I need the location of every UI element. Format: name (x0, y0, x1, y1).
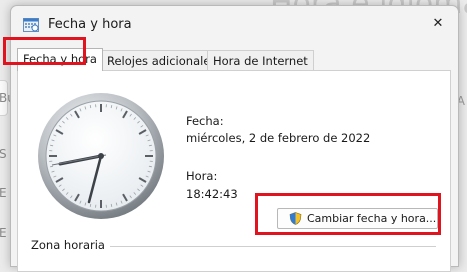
dialog-title: Fecha y hora (48, 17, 132, 32)
clock-icon (34, 89, 168, 223)
shield-icon (289, 212, 302, 225)
date-value: miércoles, 2 de febrero de 2022 (186, 131, 370, 145)
close-button[interactable]: ✕ (426, 12, 450, 36)
timezone-section-label: Zona horaria (31, 238, 109, 252)
background-fragment: E (0, 226, 7, 240)
change-date-time-button[interactable]: Cambiar fecha y hora... (277, 208, 438, 229)
background-fragment: E (0, 186, 7, 200)
tab-relojes-adicionales[interactable]: Relojes adicionales (101, 50, 222, 71)
date-time-dialog: Fecha y hora ✕ Fecha y hora Relojes adic… (10, 5, 459, 267)
timezone-divider (110, 246, 436, 247)
time-value: 18:42:43 (186, 187, 238, 201)
close-icon: ✕ (433, 16, 444, 31)
date-label: Fecha: (186, 114, 224, 128)
background-fragment: S (0, 147, 7, 161)
title-bar: Fecha y hora ✕ (11, 6, 458, 42)
tab-hora-de-internet[interactable]: Hora de Internet (207, 50, 314, 71)
time-label: Hora: (186, 169, 217, 183)
app-icon (23, 18, 39, 32)
tab-fecha-y-hora[interactable]: Fecha y hora (17, 48, 103, 71)
change-button-label: Cambiar fecha y hora... (307, 209, 436, 228)
